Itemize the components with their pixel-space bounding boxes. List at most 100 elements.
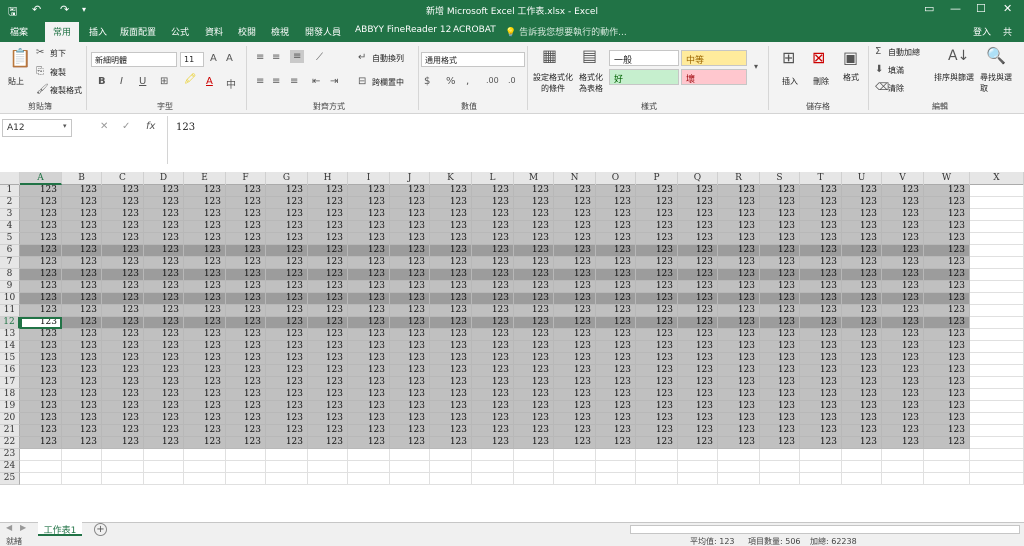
tell-me-search[interactable]: 💡 告訴我您想要執行的動作... — [505, 25, 627, 38]
cell[interactable]: 123 — [718, 401, 760, 413]
cell[interactable]: 123 — [226, 341, 266, 353]
cell[interactable]: 123 — [924, 389, 970, 401]
cell[interactable]: 123 — [308, 425, 348, 437]
tab-file[interactable]: 檔案 — [10, 25, 28, 38]
cell[interactable] — [514, 461, 554, 473]
cell[interactable]: 123 — [596, 281, 636, 293]
style-good[interactable]: 好 — [609, 69, 679, 85]
cell[interactable]: 123 — [62, 245, 102, 257]
cell[interactable]: 123 — [554, 401, 596, 413]
cell[interactable]: 123 — [678, 341, 718, 353]
row-header[interactable]: 5 — [0, 233, 20, 245]
cell[interactable]: 123 — [184, 401, 226, 413]
cell[interactable] — [800, 461, 842, 473]
cell[interactable] — [800, 473, 842, 485]
cell[interactable]: 123 — [842, 389, 882, 401]
cell[interactable]: 123 — [226, 245, 266, 257]
cell[interactable]: 123 — [20, 233, 62, 245]
cell[interactable]: 123 — [678, 425, 718, 437]
cell[interactable]: 123 — [144, 269, 184, 281]
cell[interactable]: 123 — [102, 377, 144, 389]
cell[interactable] — [20, 473, 62, 485]
row-header[interactable]: 9 — [0, 281, 20, 293]
cell[interactable]: 123 — [636, 209, 678, 221]
cell[interactable]: 123 — [800, 317, 842, 329]
cell[interactable] — [882, 473, 924, 485]
conditional-format-button[interactable]: 設定格式化的條件 — [531, 72, 575, 94]
cell[interactable]: 123 — [308, 305, 348, 317]
cell[interactable]: 123 — [800, 329, 842, 341]
cell[interactable]: 123 — [62, 437, 102, 449]
cell[interactable]: 123 — [390, 413, 430, 425]
cell[interactable]: 123 — [678, 221, 718, 233]
cell[interactable]: 123 — [266, 257, 308, 269]
cell[interactable]: 123 — [800, 233, 842, 245]
cell[interactable]: 123 — [226, 329, 266, 341]
cell[interactable]: 123 — [62, 389, 102, 401]
cell[interactable]: 123 — [308, 437, 348, 449]
increase-font-icon[interactable]: A — [210, 53, 217, 64]
cell[interactable]: 123 — [184, 293, 226, 305]
cell[interactable]: 123 — [636, 377, 678, 389]
cell[interactable]: 123 — [144, 437, 184, 449]
cell[interactable]: 123 — [760, 437, 800, 449]
cell[interactable]: 123 — [636, 341, 678, 353]
cell[interactable]: 123 — [842, 293, 882, 305]
paste-button[interactable]: 貼上 — [8, 76, 24, 87]
cell[interactable]: 123 — [102, 293, 144, 305]
cell[interactable]: 123 — [184, 317, 226, 329]
cell[interactable]: 123 — [266, 365, 308, 377]
cell[interactable]: 123 — [308, 353, 348, 365]
cell[interactable]: 123 — [760, 257, 800, 269]
cell[interactable]: 123 — [800, 197, 842, 209]
cell[interactable]: 123 — [842, 341, 882, 353]
cell[interactable]: 123 — [184, 245, 226, 257]
cell[interactable]: 123 — [842, 209, 882, 221]
cell[interactable]: 123 — [514, 377, 554, 389]
cell[interactable]: 123 — [882, 257, 924, 269]
cell[interactable]: 123 — [62, 329, 102, 341]
cell[interactable]: 123 — [226, 221, 266, 233]
column-header[interactable]: T — [800, 172, 842, 185]
cell[interactable]: 123 — [430, 425, 472, 437]
row-header[interactable]: 14 — [0, 341, 20, 353]
cell[interactable]: 123 — [102, 257, 144, 269]
wrap-text-button[interactable]: 自動換列 — [372, 53, 404, 64]
cell[interactable]: 123 — [678, 245, 718, 257]
cell[interactable]: 123 — [554, 233, 596, 245]
cell[interactable]: 123 — [430, 197, 472, 209]
cell[interactable]: 123 — [554, 269, 596, 281]
cell[interactable] — [472, 473, 514, 485]
cell[interactable]: 123 — [308, 185, 348, 197]
cell[interactable]: 123 — [760, 305, 800, 317]
cell[interactable]: 123 — [430, 293, 472, 305]
cell[interactable]: 123 — [718, 305, 760, 317]
cell[interactable]: 123 — [554, 329, 596, 341]
tab-home[interactable]: 常用 — [45, 22, 80, 42]
cell[interactable]: 123 — [924, 365, 970, 377]
column-header[interactable]: K — [430, 172, 472, 185]
cell[interactable]: 123 — [20, 425, 62, 437]
sign-in-link[interactable]: 登入 — [973, 25, 991, 38]
cell[interactable]: 123 — [184, 413, 226, 425]
cell[interactable]: 123 — [882, 245, 924, 257]
cell[interactable]: 123 — [308, 329, 348, 341]
cell[interactable]: 123 — [308, 401, 348, 413]
cell[interactable]: 123 — [390, 293, 430, 305]
cell[interactable]: 123 — [718, 437, 760, 449]
cell[interactable]: 123 — [184, 341, 226, 353]
cell[interactable]: 123 — [20, 293, 62, 305]
column-header[interactable]: N — [554, 172, 596, 185]
cell[interactable]: 123 — [308, 233, 348, 245]
cell[interactable]: 123 — [348, 233, 390, 245]
cell[interactable]: 123 — [760, 317, 800, 329]
tab-data[interactable]: 資料 — [205, 25, 223, 38]
cell[interactable]: 123 — [472, 329, 514, 341]
cell[interactable]: 123 — [144, 281, 184, 293]
cell[interactable]: 123 — [348, 377, 390, 389]
insert-function-icon[interactable]: fx — [146, 121, 155, 132]
cell[interactable]: 123 — [596, 329, 636, 341]
cell[interactable]: 123 — [882, 305, 924, 317]
cell[interactable]: 123 — [308, 365, 348, 377]
cell[interactable]: 123 — [184, 233, 226, 245]
